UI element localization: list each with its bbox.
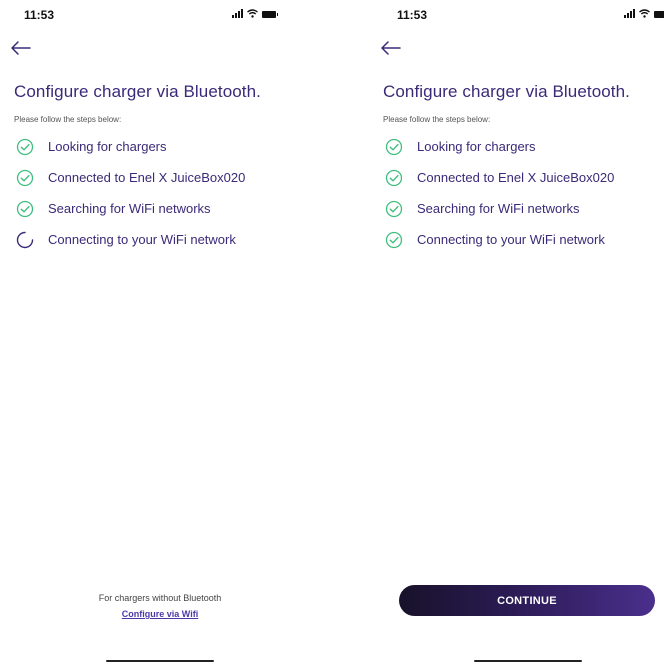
status-time: 11:53 xyxy=(397,8,428,22)
step-label: Looking for chargers xyxy=(48,139,167,154)
check-circle-icon xyxy=(16,200,34,218)
screen-in-progress: 11:53 Configure charger via Bluetooth. P… xyxy=(0,0,300,666)
step-label: Searching for WiFi networks xyxy=(48,201,211,216)
configure-wifi-link[interactable]: Configure via Wifi xyxy=(0,609,320,619)
battery-icon xyxy=(654,11,664,18)
check-circle-icon xyxy=(385,231,403,249)
step-item: Connected to Enel X JuiceBox020 xyxy=(16,167,245,198)
step-item: Searching for WiFi networks xyxy=(385,198,614,229)
page-subtitle: Please follow the steps below: xyxy=(14,115,122,124)
home-indicator xyxy=(474,660,582,662)
screen-complete: 11:53 Configure charger via Bluetooth. P… xyxy=(368,0,664,666)
continue-button[interactable]: CONTINUE xyxy=(399,585,655,616)
check-circle-icon xyxy=(385,138,403,156)
wifi-icon xyxy=(247,9,258,18)
step-item: Connecting to your WiFi network xyxy=(16,229,245,260)
status-icons xyxy=(624,9,664,18)
status-icons xyxy=(232,9,278,18)
page-title: Configure charger via Bluetooth. xyxy=(383,82,631,101)
check-circle-icon xyxy=(16,169,34,187)
step-item: Looking for chargers xyxy=(385,136,614,167)
step-item: Searching for WiFi networks xyxy=(16,198,245,229)
check-circle-icon xyxy=(385,169,403,187)
wifi-icon xyxy=(639,9,650,18)
status-time: 11:53 xyxy=(24,8,55,22)
spinner-icon xyxy=(16,231,34,249)
battery-icon xyxy=(262,11,278,18)
step-label: Connecting to your WiFi network xyxy=(417,232,605,247)
step-item: Looking for chargers xyxy=(16,136,245,167)
back-arrow-icon[interactable] xyxy=(10,40,32,56)
check-circle-icon xyxy=(16,138,34,156)
signal-icon xyxy=(624,9,635,18)
step-item: Connecting to your WiFi network xyxy=(385,229,614,260)
back-arrow-icon[interactable] xyxy=(380,40,402,56)
page-subtitle: Please follow the steps below: xyxy=(383,115,491,124)
step-label: Connected to Enel X JuiceBox020 xyxy=(417,170,615,185)
footer-text: For chargers without Bluetooth xyxy=(98,593,222,603)
step-label: Searching for WiFi networks xyxy=(417,201,580,216)
step-label: Connecting to your WiFi network xyxy=(48,232,236,247)
step-label: Looking for chargers xyxy=(417,139,536,154)
steps-list: Looking for chargers Connected to Enel X… xyxy=(385,136,614,260)
step-item: Connected to Enel X JuiceBox020 xyxy=(385,167,614,198)
signal-icon xyxy=(232,9,243,18)
page-title: Configure charger via Bluetooth. xyxy=(14,82,262,101)
step-label: Connected to Enel X JuiceBox020 xyxy=(48,170,246,185)
steps-list: Looking for chargers Connected to Enel X… xyxy=(16,136,245,260)
home-indicator xyxy=(106,660,214,662)
check-circle-icon xyxy=(385,200,403,218)
